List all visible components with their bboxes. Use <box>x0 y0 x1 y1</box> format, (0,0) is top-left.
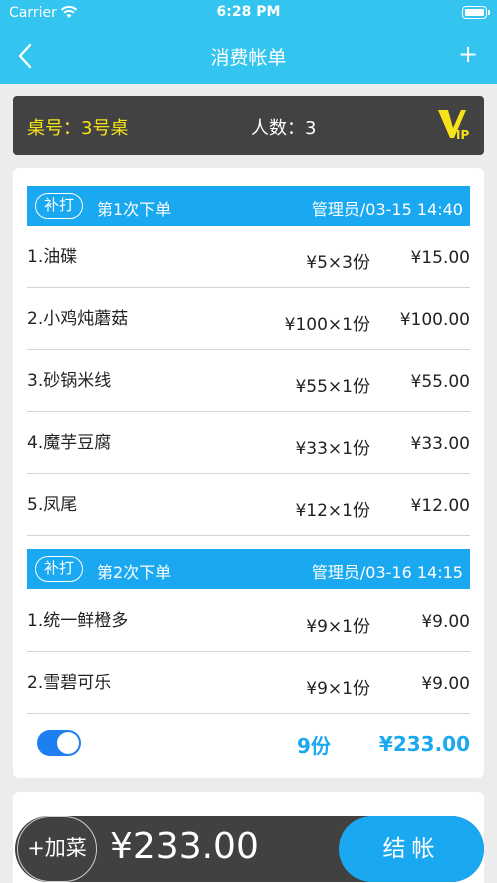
item-amount: ¥15.00 <box>410 248 470 268</box>
item-qty: ¥33×1份 <box>295 439 370 459</box>
list-item: 3.砂锅米线 ¥55×1份 ¥55.00 <box>27 350 470 412</box>
bottom-bar: +加菜 ¥233.00 结帐 <box>15 816 484 882</box>
item-amount: ¥9.00 <box>421 674 470 694</box>
list-item: 2.小鸡炖蘑菇 ¥100×1份 ¥100.00 <box>27 288 470 350</box>
list-item: 2.雪碧可乐 ¥9×1份 ¥9.00 <box>27 652 470 714</box>
nav-bar: 消费帐单 + <box>0 28 497 84</box>
item-qty: ¥5×3份 <box>306 253 370 273</box>
list-item: 4.魔芋豆腐 ¥33×1份 ¥33.00 <box>27 412 470 474</box>
item-name: 2.小鸡炖蘑菇 <box>27 309 129 329</box>
order-header: 补打 第1次下单 管理员/03-15 14:40 <box>27 186 470 226</box>
order-title: 第1次下单 <box>97 200 172 219</box>
total-amount: ¥233.00 <box>378 732 470 756</box>
table-info-bar: 桌号：3号桌 人数：3 IP <box>13 96 484 155</box>
bill-summary: 9份 ¥233.00 <box>27 718 470 770</box>
item-name: 1.油碟 <box>27 247 78 267</box>
order-header: 补打 第2次下单 管理员/03-16 14:15 <box>27 549 470 589</box>
table-number: 桌号：3号桌 <box>27 118 129 139</box>
order-meta: 管理员/03-16 14:15 <box>311 563 463 582</box>
toggle-knob <box>57 732 79 754</box>
item-qty: ¥100×1份 <box>284 315 370 335</box>
reprint-button[interactable]: 补打 <box>35 193 83 219</box>
add-icon[interactable]: + <box>457 40 479 68</box>
order-meta: 管理员/03-15 14:40 <box>311 200 463 219</box>
people-count: 人数：3 <box>251 118 317 139</box>
status-bar: Carrier 6:28 PM <box>0 0 497 28</box>
toggle-switch[interactable] <box>37 730 81 756</box>
add-dish-button[interactable]: +加菜 <box>17 816 97 882</box>
order-title: 第2次下单 <box>97 563 172 582</box>
item-qty: ¥55×1份 <box>295 377 370 397</box>
item-amount: ¥12.00 <box>410 496 470 516</box>
list-item: 1.统一鲜橙多 ¥9×1份 ¥9.00 <box>27 590 470 652</box>
reprint-button[interactable]: 补打 <box>35 556 83 582</box>
item-name: 2.雪碧可乐 <box>27 673 112 693</box>
battery-icon <box>462 6 490 19</box>
list-item: 5.凤尾 ¥12×1份 ¥12.00 <box>27 474 470 536</box>
item-amount: ¥100.00 <box>399 310 470 330</box>
item-amount: ¥55.00 <box>410 372 470 392</box>
bill-card: 补打 第1次下单 管理员/03-15 14:40 1.油碟 ¥5×3份 ¥15.… <box>13 168 484 778</box>
item-amount: ¥33.00 <box>410 434 470 454</box>
bottom-total: ¥233.00 <box>110 826 259 867</box>
item-name: 5.凤尾 <box>27 495 78 515</box>
clock: 6:28 PM <box>216 4 281 20</box>
item-qty: ¥9×1份 <box>306 679 370 699</box>
checkout-button[interactable]: 结帐 <box>339 816 484 882</box>
total-count: 9份 <box>297 734 331 758</box>
item-name: 3.砂锅米线 <box>27 371 112 391</box>
item-amount: ¥9.00 <box>421 612 470 632</box>
page-title: 消费帐单 <box>210 47 287 69</box>
item-qty: ¥12×1份 <box>295 501 370 521</box>
svg-text:IP: IP <box>456 128 469 142</box>
list-item: 1.油碟 ¥5×3份 ¥15.00 <box>27 226 470 288</box>
item-qty: ¥9×1份 <box>306 617 370 637</box>
item-name: 1.统一鲜橙多 <box>27 611 129 631</box>
item-name: 4.魔芋豆腐 <box>27 433 112 453</box>
vip-badge-icon: IP <box>438 110 469 142</box>
